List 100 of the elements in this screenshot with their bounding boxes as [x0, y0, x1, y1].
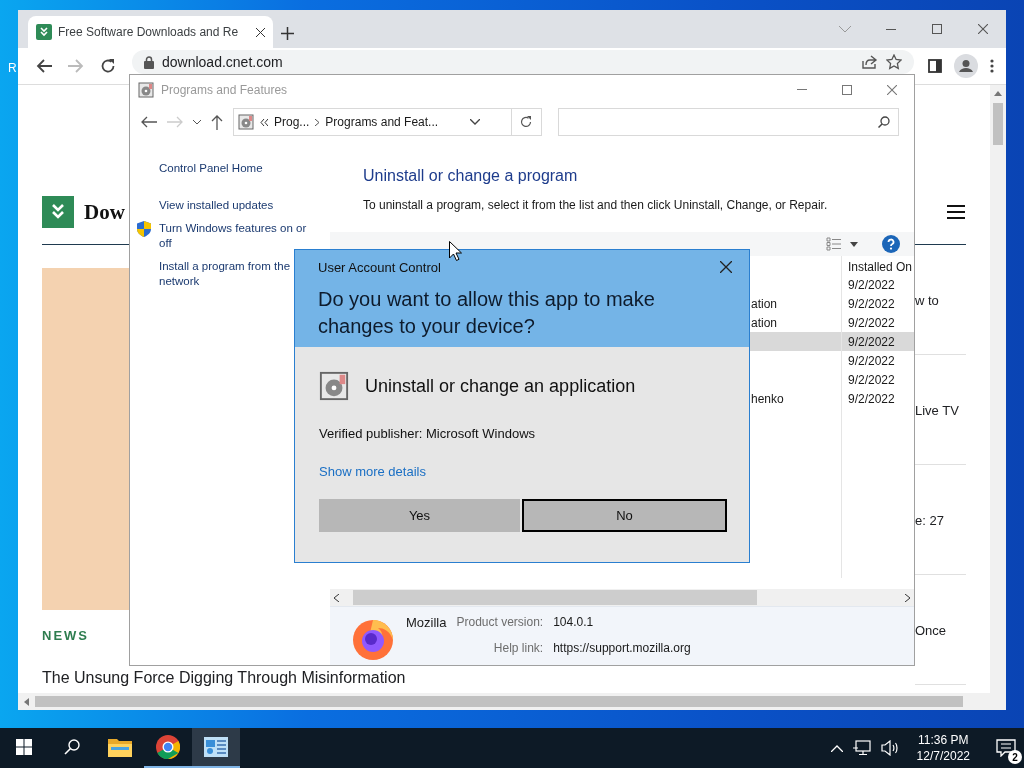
program-row[interactable]: 9/2/2022: [750, 351, 914, 370]
program-row[interactable]: 9/2/2022: [750, 332, 914, 351]
no-button[interactable]: No: [522, 499, 727, 532]
maximize-icon[interactable]: [841, 84, 852, 95]
chevron-up-icon[interactable]: [830, 744, 843, 752]
install-date: 9/2/2022: [848, 391, 895, 406]
chrome-icon[interactable]: [156, 735, 180, 759]
scrollbar-thumb[interactable]: [993, 103, 1003, 145]
scroll-right-icon[interactable]: [905, 593, 910, 602]
vertical-scrollbar[interactable]: [990, 85, 1006, 710]
search-icon[interactable]: [878, 116, 890, 128]
field-label: Product version:: [456, 615, 544, 631]
program-row[interactable]: 9/2/2022: [750, 370, 914, 389]
chevron-down-icon[interactable]: [469, 119, 480, 125]
chevron-down-icon[interactable]: [193, 119, 201, 125]
program-row[interactable]: ation 9/2/2022: [750, 294, 914, 313]
new-tab-icon[interactable]: [281, 27, 294, 40]
side-panel-icon[interactable]: [928, 59, 942, 73]
window-title: Programs and Features: [161, 82, 288, 97]
install-date: 9/2/2022: [848, 296, 895, 311]
program-name: henko: [751, 391, 784, 406]
dialog-question: Do you want to allow this app to make changes to your device?: [318, 287, 656, 339]
article-title[interactable]: e: 27: [915, 513, 944, 528]
sidebar-link[interactable]: Control Panel Home: [159, 161, 293, 176]
menu-icon[interactable]: [947, 204, 965, 220]
close-icon[interactable]: [720, 261, 732, 273]
minimize-icon[interactable]: [796, 89, 807, 90]
address-field[interactable]: Prog... Programs and Feat...: [233, 108, 542, 136]
install-date: 9/2/2022: [848, 353, 895, 368]
site-logo-text: Dow: [84, 199, 125, 225]
programs-icon: [138, 81, 154, 98]
volume-icon[interactable]: [880, 740, 899, 756]
site-logo-icon[interactable]: [42, 196, 74, 228]
address-bar[interactable]: download.cnet.com: [132, 50, 914, 74]
page-description: To uninstall a program, select it from the list and then click Uninstall, Change, or Repair.: [363, 198, 829, 212]
program-name: Uninstall or change an application: [365, 375, 636, 397]
scroll-left-icon[interactable]: [334, 593, 339, 602]
article-title[interactable]: w to: [915, 293, 939, 308]
close-icon[interactable]: [256, 27, 265, 37]
maximize-icon[interactable]: [932, 24, 942, 34]
back-arrow-icon[interactable]: [36, 59, 52, 73]
scrollbar-thumb[interactable]: [35, 696, 963, 707]
install-date: 9/2/2022: [848, 277, 895, 292]
yes-button[interactable]: Yes: [319, 499, 520, 532]
breadcrumb-item[interactable]: Programs and Feat...: [325, 115, 439, 129]
tab-title: Free Software Downloads and Re: [58, 25, 240, 39]
chevron-right-icon: [315, 118, 320, 126]
browser-tab[interactable]: Free Software Downloads and Re: [28, 16, 273, 48]
install-date: 9/2/2022: [848, 334, 895, 349]
program-row[interactable]: henko 9/2/2022: [750, 389, 914, 408]
program-row[interactable]: 9/2/2022: [750, 275, 914, 294]
search-icon[interactable]: [64, 739, 80, 755]
back-arrow-icon[interactable]: [141, 116, 157, 128]
network-icon[interactable]: [852, 740, 871, 756]
start-icon[interactable]: [16, 739, 32, 755]
section-label: NEWS: [42, 628, 90, 643]
page-heading: Uninstall or change a program: [363, 167, 579, 185]
sidebar-link[interactable]: Turn Windows features on or off: [159, 221, 319, 251]
profile-avatar-icon[interactable]: [954, 54, 978, 78]
search-field[interactable]: [558, 108, 899, 136]
scroll-up-icon[interactable]: [994, 91, 1002, 96]
menu-icon[interactable]: [990, 59, 994, 73]
clock-date[interactable]: 12/7/2022: [916, 748, 970, 764]
breadcrumb-item[interactable]: Prog...: [274, 115, 310, 129]
horizontal-scrollbar[interactable]: [330, 589, 914, 606]
share-icon[interactable]: [862, 55, 878, 69]
program-name: ation: [751, 296, 778, 311]
article-title[interactable]: Live TV: [915, 403, 959, 418]
publisher-text: Verified publisher: Microsoft Windows: [319, 426, 537, 441]
programs-icon: [238, 114, 254, 130]
notification-badge: 2: [1008, 750, 1022, 764]
article-title[interactable]: Once: [915, 623, 947, 638]
folder-icon[interactable]: [108, 737, 132, 757]
view-options-icon[interactable]: [826, 237, 842, 251]
site-favicon: [36, 24, 52, 40]
clock-time[interactable]: 11:36 PM: [918, 732, 969, 748]
caret-icon[interactable]: [850, 241, 858, 247]
minimize-icon[interactable]: [886, 28, 896, 30]
program-name: ation: [751, 315, 778, 330]
control-panel-icon[interactable]: [204, 737, 228, 757]
article-headline[interactable]: The Unsung Force Digging Through Misinformation: [42, 669, 915, 687]
star-icon[interactable]: [886, 54, 902, 70]
field-label: Help link:: [492, 640, 544, 657]
shield-icon: [137, 221, 151, 237]
scrollbar-thumb[interactable]: [353, 590, 757, 605]
close-icon[interactable]: [978, 24, 988, 34]
up-arrow-icon[interactable]: [211, 114, 223, 130]
scroll-left-icon[interactable]: [24, 697, 29, 706]
sidebar-link[interactable]: View installed updates: [159, 198, 293, 213]
column-header[interactable]: Installed On: [841, 256, 914, 278]
double-chevron-icon: [260, 118, 268, 126]
lock-icon: [144, 55, 154, 69]
sidebar-link[interactable]: Install a program from the network: [159, 259, 293, 289]
install-date: 9/2/2022: [848, 315, 895, 330]
refresh-icon[interactable]: [520, 116, 533, 128]
reload-icon[interactable]: [100, 58, 116, 74]
details-link[interactable]: Show more details: [319, 464, 426, 479]
help-icon[interactable]: [882, 235, 900, 253]
dialog-title: User Account Control: [318, 259, 441, 275]
horizontal-scrollbar[interactable]: [18, 693, 990, 710]
